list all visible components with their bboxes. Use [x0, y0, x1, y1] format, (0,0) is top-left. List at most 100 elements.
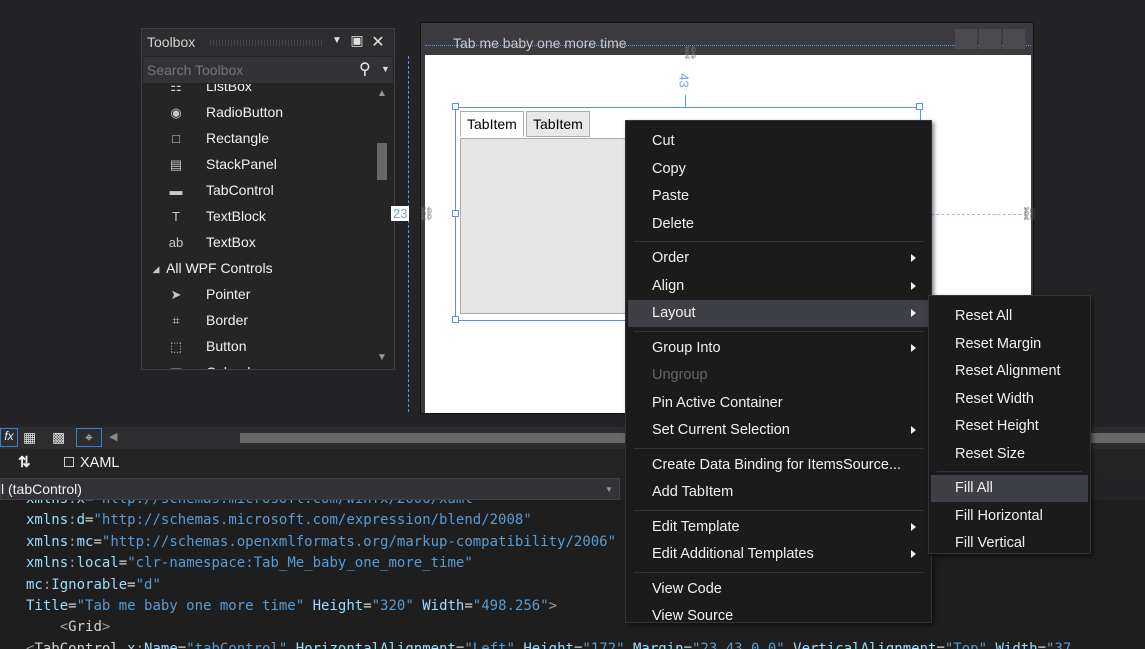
code-line[interactable]: Title="Tab me baby one more time" Height… [26, 598, 557, 619]
margin-top-label[interactable]: 43 [677, 73, 692, 87]
minimize-button[interactable] [955, 29, 977, 49]
toolbox-item-pointer[interactable]: ➤ Pointer [142, 282, 372, 308]
fx-icon[interactable]: fx [0, 428, 18, 447]
menu-item-view-code[interactable]: View Code [628, 576, 929, 603]
link-icon[interactable]: ⛓ [418, 206, 435, 222]
menu-item-create-data-binding-for-itemssource[interactable]: Create Data Binding for ItemsSource... [628, 452, 929, 479]
menu-item-edit-additional-templates[interactable]: Edit Additional Templates [628, 541, 929, 568]
menu-item-reset-height[interactable]: Reset Height [931, 413, 1088, 440]
code-token: VerticalAlignment [784, 640, 937, 649]
toolbox-item-calendar[interactable]: ▦ Calendar [142, 360, 372, 369]
link-icon[interactable]: ⛓ [1021, 206, 1038, 222]
scroll-up-icon[interactable]: ▲ [377, 88, 387, 99]
menu-item-label: Set Current Selection [652, 422, 790, 438]
toolbox-item-rectangle[interactable]: □ Rectangle [142, 126, 372, 152]
toolbox-item-border[interactable]: ⌗ Border [142, 308, 372, 334]
menu-item-label: Add TabItem [652, 484, 734, 500]
maximize-icon[interactable]: ▣ [348, 32, 366, 52]
close-icon[interactable]: ✕ [369, 32, 387, 52]
code-line[interactable]: <Grid> [26, 619, 111, 640]
toolbox-item-stackpanel[interactable]: ▤ StackPanel [142, 152, 372, 178]
toolbox-item-tabcontrol[interactable]: ▬ TabControl [142, 178, 372, 204]
code-token: xmlns [26, 533, 69, 550]
toolbox-group-all-wpf-controls[interactable]: ◢ All WPF Controls [142, 256, 372, 282]
resize-handle[interactable] [452, 103, 459, 110]
menu-item-edit-template[interactable]: Edit Template [628, 514, 929, 541]
swap-panes-icon[interactable]: ⇅ [18, 453, 31, 471]
tab-xaml[interactable]: XAML [80, 455, 120, 471]
maximize-button[interactable] [979, 29, 1001, 49]
code-line[interactable]: xmlns:x="http://schemas.microsoft.com/wi… [26, 500, 481, 512]
tab-item-1[interactable]: TabItem [460, 111, 524, 137]
dropdown-arrow-icon[interactable]: ▼ [328, 35, 346, 55]
snap-lines-icon[interactable]: ⌖ [76, 428, 102, 447]
link-icon[interactable]: ⛓ [682, 45, 699, 61]
toolbox-item-textbox[interactable]: ab TextBox [142, 230, 372, 256]
menu-item-cut[interactable]: Cut [628, 128, 929, 155]
scroll-left-icon[interactable]: ◀ [109, 430, 117, 443]
code-line[interactable]: xmlns:d="http://schemas.microsoft.com/ex… [26, 512, 532, 533]
search-input[interactable] [147, 60, 347, 80]
menu-separator [634, 330, 924, 332]
code-line[interactable]: <TabControl x:Name="tabControl" Horizont… [26, 641, 1071, 649]
menu-item-add-tabitem[interactable]: Add TabItem [628, 479, 929, 506]
menu-item-set-current-selection[interactable]: Set Current Selection [628, 417, 929, 444]
code-line[interactable]: xmlns:local="clr-namespace:Tab_Me_baby_o… [26, 555, 473, 576]
menu-item-group-into[interactable]: Group Into [628, 335, 929, 362]
menu-item-align[interactable]: Align [628, 273, 929, 300]
drag-grip[interactable] [210, 40, 322, 46]
menu-item-reset-size[interactable]: Reset Size [931, 441, 1088, 468]
code-token: xmlns [26, 555, 69, 572]
toolbox-item-textblock[interactable]: T TextBlock [142, 204, 372, 230]
menu-item-reset-margin[interactable]: Reset Margin [931, 331, 1088, 358]
toolbox-item-radiobutton[interactable]: ◉ RadioButton [142, 100, 372, 126]
code-token: mc [26, 576, 43, 593]
resize-handle[interactable] [916, 103, 923, 110]
code-token: : [68, 555, 77, 572]
menu-item-reset-width[interactable]: Reset Width [931, 386, 1088, 413]
menu-item-fill-horizontal[interactable]: Fill Horizontal [931, 503, 1088, 530]
code-line[interactable]: mc:Ignorable="d" [26, 577, 161, 598]
menu-item-reset-alignment[interactable]: Reset Alignment [931, 358, 1088, 385]
toolbox-search[interactable]: ⚲ ▼ [143, 57, 393, 83]
close-button[interactable] [1003, 29, 1025, 49]
chevron-down-icon[interactable]: ▼ [605, 485, 613, 494]
menu-item-paste[interactable]: Paste [628, 183, 929, 210]
menu-item-fill-vertical[interactable]: Fill Vertical [931, 530, 1088, 557]
toolbox-item-button[interactable]: ⬚ Button [142, 334, 372, 360]
code-line[interactable]: xmlns:mc="http://schemas.openxmlformats.… [26, 534, 616, 555]
toolbox-scrollbar[interactable]: ▲ ▼ [372, 84, 392, 369]
menu-item-order[interactable]: Order [628, 245, 929, 272]
menu-item-fill-all[interactable]: Fill All [931, 475, 1088, 502]
snap-grid-icon[interactable]: ▩ [52, 429, 65, 446]
border-icon: ⌗ [172, 313, 180, 328]
tab-item-2[interactable]: TabItem [526, 111, 590, 137]
menu-item-reset-all[interactable]: Reset All [931, 303, 1088, 330]
menu-item-label: Align [652, 277, 685, 294]
stackpanel-icon: ▤ [169, 157, 183, 172]
search-icon[interactable]: ⚲ [359, 59, 371, 79]
margin-left-label[interactable]: 23 [391, 206, 410, 221]
menu-item-label: Order [652, 250, 690, 266]
menu-item-layout[interactable]: Layout [628, 300, 929, 327]
menu-item-view-source[interactable]: View Source [628, 603, 929, 630]
menu-item-copy[interactable]: Copy [628, 156, 929, 183]
code-token: Title [26, 598, 69, 614]
resize-handle[interactable] [452, 210, 459, 217]
search-options-icon[interactable]: ▼ [381, 64, 390, 74]
code-token: Height [304, 598, 364, 614]
menu-item-label: Layout [652, 305, 696, 321]
toolbox-item-listbox[interactable]: ☷ ListBox [142, 84, 372, 100]
toolbox-header[interactable]: Toolbox ▼ ▣ ✕ [142, 29, 394, 56]
scroll-down-icon[interactable]: ▼ [377, 352, 387, 363]
scroll-thumb[interactable] [377, 143, 387, 180]
grid-icon[interactable]: ▦ [23, 429, 36, 446]
menu-item-label: Edit Additional Templates [652, 546, 814, 562]
resize-handle[interactable] [452, 316, 459, 323]
element-selector-dropdown[interactable]: l (tabControl) ▼ [0, 478, 620, 500]
code-token: Name [144, 640, 178, 649]
menu-item-ungroup: Ungroup [628, 362, 929, 389]
menu-item-pin-active-container[interactable]: Pin Active Container [628, 390, 929, 417]
selector-value: l (tabControl) [1, 481, 82, 497]
menu-item-delete[interactable]: Delete [628, 211, 929, 238]
